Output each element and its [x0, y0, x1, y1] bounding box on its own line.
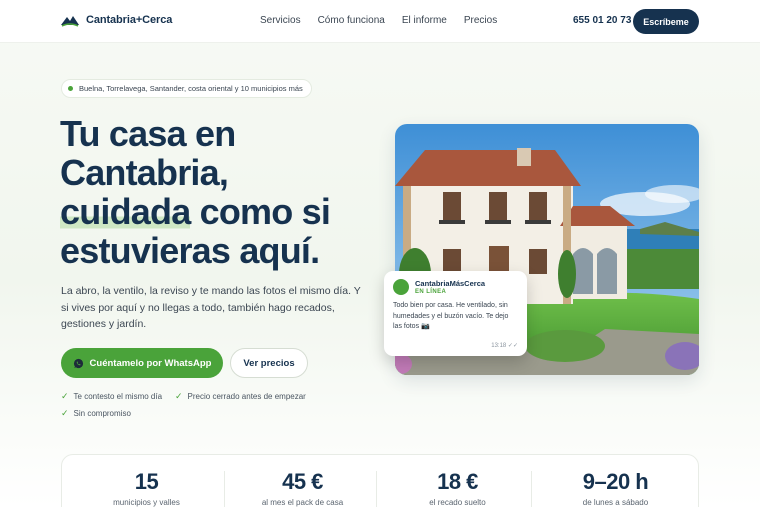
- chat-timestamp: 13:18 ✓✓: [491, 343, 518, 349]
- see-prices-button[interactable]: Ver precios: [230, 348, 308, 378]
- site-header: Cantabria+Cerca Servicios Cómo funciona …: [0, 0, 760, 43]
- nav-precios[interactable]: Precios: [464, 15, 497, 26]
- title-line-2: Cantabria,: [60, 152, 229, 193]
- chat-message: Todo bien por casa. He ventilado, sin hu…: [393, 302, 509, 330]
- location-badge: Buelna, Torrelavega, Santander, costa or…: [61, 79, 312, 98]
- benefit-item: ✓ Te contesto el mismo día: [61, 391, 162, 402]
- check-icon: ✓: [61, 408, 69, 418]
- title-line-4: estuvieras aquí.: [60, 230, 320, 271]
- hero-title: Tu casa en Cantabria, cuidada como si es…: [60, 114, 380, 270]
- nav-servicios[interactable]: Servicios: [260, 15, 301, 26]
- stat-label: el recado suelto: [429, 498, 486, 507]
- avatar: [393, 279, 409, 295]
- stat-value: 15: [134, 469, 159, 494]
- chat-contact-name: CantabriaMásCerca: [415, 279, 486, 288]
- stat-item: 18 € el recado suelto: [380, 455, 535, 507]
- phone-link[interactable]: 655 01 20 73: [573, 15, 631, 26]
- hero-lead: La abro, la ventilo, la reviso y te mand…: [61, 285, 361, 330]
- stat-item: 9–20 h de lunes a sábado: [538, 455, 693, 507]
- logo[interactable]: Cantabria+Cerca: [61, 13, 172, 27]
- status-dot-icon: [68, 86, 73, 91]
- title-line-1: Tu casa en: [60, 113, 236, 154]
- whatsapp-button-label: Cuéntamelo por WhatsApp: [89, 357, 212, 369]
- benefit-item: ✓ Precio cerrado antes de empezar: [175, 391, 306, 402]
- whatsapp-button[interactable]: Cuéntamelo por WhatsApp: [61, 348, 223, 378]
- stats-panel: 15 municipios y valles 45 € al mes el pa…: [61, 454, 699, 507]
- logo-text: Cantabria+Cerca: [86, 14, 173, 26]
- chat-header: CantabriaMásCerca EN LÍNEA: [393, 279, 518, 295]
- nav-como-funciona[interactable]: Cómo funciona: [318, 15, 385, 26]
- benefit-text: Sin compromiso: [73, 409, 131, 418]
- main-nav: Servicios Cómo funciona El informe Preci…: [260, 15, 497, 26]
- whatsapp-message-card: CantabriaMásCerca EN LÍNEA Todo bien por…: [384, 271, 527, 356]
- whatsapp-icon: [73, 358, 83, 368]
- stat-value: 45 €: [282, 469, 323, 494]
- benefit-text: Te contesto el mismo día: [73, 392, 163, 401]
- stat-divider: [376, 471, 377, 507]
- check-icon: ✓: [61, 391, 69, 401]
- chat-online-status: EN LÍNEA: [415, 289, 447, 295]
- stat-label: al mes el pack de casa: [261, 498, 344, 507]
- benefit-text: Precio cerrado antes de empezar: [187, 392, 306, 401]
- benefit-item: ✓ Sin compromiso: [61, 408, 131, 419]
- title-highlight: cuidada: [60, 191, 191, 232]
- stat-item: 45 € al mes el pack de casa: [225, 455, 380, 507]
- nav-el-informe[interactable]: El informe: [402, 15, 447, 26]
- check-icon: ✓: [175, 391, 183, 401]
- contact-button[interactable]: Escríbeme: [633, 9, 699, 34]
- stat-label: municipios y valles: [113, 498, 180, 507]
- stat-item: 15 municipios y valles: [69, 455, 224, 507]
- title-line-3-rest: como si: [190, 191, 331, 232]
- stat-divider: [531, 471, 532, 507]
- stat-label: de lunes a sábado: [582, 498, 649, 507]
- stat-value: 9–20 h: [582, 469, 649, 494]
- logo-mountain-icon: [61, 16, 79, 27]
- stat-value: 18 €: [437, 469, 478, 494]
- location-text: Buelna, Torrelavega, Santander, costa or…: [79, 84, 303, 93]
